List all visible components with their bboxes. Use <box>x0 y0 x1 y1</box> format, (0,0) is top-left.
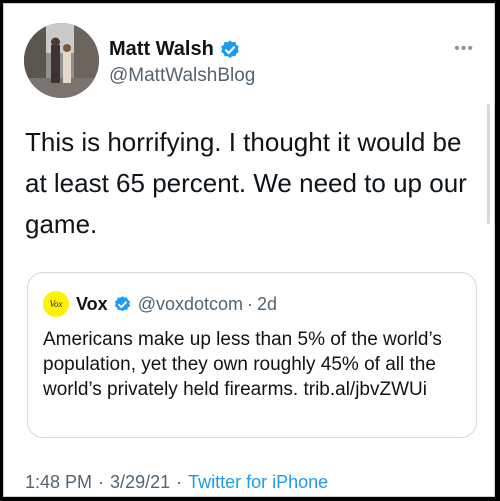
tweet-card: Matt Walsh @MattWalshBlog ••• This is ho… <box>3 3 495 497</box>
quoted-timestamp: 2d <box>257 293 278 314</box>
verified-badge-icon <box>220 39 239 58</box>
quoted-verified-badge-icon <box>114 295 130 311</box>
more-options-icon[interactable]: ••• <box>454 40 474 58</box>
avatar[interactable] <box>24 23 99 98</box>
tweet-date[interactable]: 3/29/21 <box>110 472 170 493</box>
author-row: Matt Walsh <box>109 38 241 61</box>
quoted-separator: · <box>247 293 253 314</box>
tweet-time[interactable]: 1:48 PM <box>25 472 92 493</box>
avatar-photo <box>24 23 99 98</box>
tweet-meta: 1:48 PM · 3/29/21 · Twitter for iPhone <box>25 472 328 493</box>
quoted-tweet-text: Americans make up less than 5% of the wo… <box>43 329 442 400</box>
tweet-source-link[interactable]: Twitter for iPhone <box>188 472 328 493</box>
tweet-text: This is horrifying. I thought it would b… <box>25 127 467 239</box>
quoted-tweet-header: Vox Vox @voxdotcom · 2d <box>43 291 277 317</box>
scrollbar[interactable] <box>487 104 490 224</box>
quoted-author-name: Vox <box>76 293 108 314</box>
author-handle[interactable]: @MattWalshBlog <box>109 65 255 87</box>
meta-separator: · <box>176 472 183 492</box>
meta-separator: · <box>98 472 105 492</box>
vox-logo-icon: Vox <box>43 291 69 317</box>
author-name[interactable]: Matt Walsh <box>109 38 214 61</box>
quoted-tweet[interactable]: Vox Vox @voxdotcom · 2d Americans make u… <box>27 272 477 438</box>
quoted-author-handle: @voxdotcom <box>137 293 243 314</box>
